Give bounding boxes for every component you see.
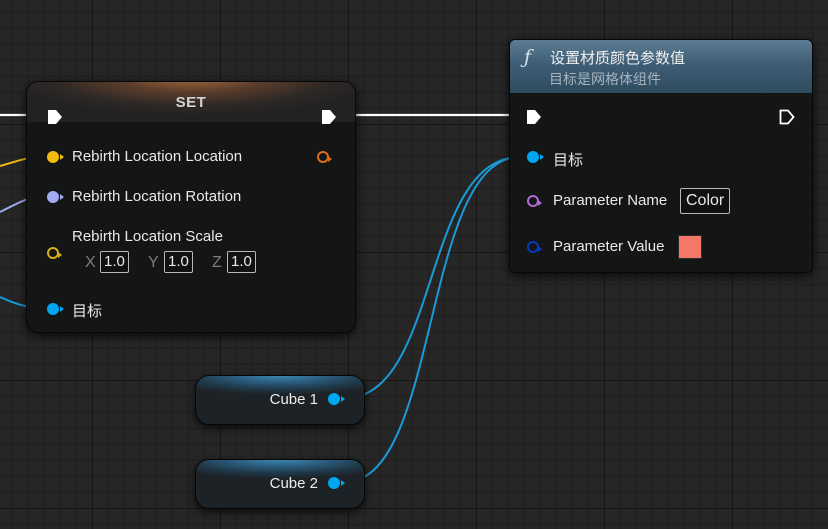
scale-pin-label: Rebirth Location Scale: [72, 228, 223, 245]
function-node-subtitle: 目标是网格体组件: [549, 71, 661, 87]
location-pin-icon[interactable]: [47, 151, 64, 163]
target-pin-icon[interactable]: [527, 151, 544, 163]
parameter-value-pin-icon[interactable]: [527, 241, 542, 253]
location-output-pin-icon[interactable]: [317, 151, 332, 163]
scale-y-label: Y: [148, 254, 159, 271]
target-pin-label: 目标: [553, 152, 584, 169]
cube1-label: Cube 1: [269, 391, 318, 408]
exec-in-pin-icon[interactable]: [46, 108, 64, 126]
parameter-value-color-swatch[interactable]: [678, 235, 702, 259]
scale-y-input[interactable]: 1.0: [164, 251, 193, 273]
parameter-name-input[interactable]: Color: [680, 188, 731, 214]
target-pin-icon[interactable]: [47, 303, 64, 315]
cube1-output-pin-icon[interactable]: [328, 393, 345, 405]
location-pin-label: Rebirth Location Location: [72, 148, 243, 165]
parameter-name-label: Parameter Name: [553, 192, 668, 209]
set-node[interactable]: SET Rebirth Location Location Rebirth Lo…: [26, 81, 356, 333]
rotation-pin-label: Rebirth Location Rotation: [72, 188, 242, 205]
exec-out-pin-icon[interactable]: [778, 108, 796, 126]
target-pin-label: 目标: [72, 303, 103, 320]
parameter-name-pin-icon[interactable]: [527, 195, 542, 207]
function-node-title: 设置材质颜色参数值: [550, 50, 686, 67]
cube2-output-pin-icon[interactable]: [328, 477, 345, 489]
parameter-value-label: Parameter Value: [553, 238, 665, 255]
rotation-pin-icon[interactable]: [47, 191, 64, 203]
scale-x-label: X: [85, 254, 96, 271]
exec-in-pin-icon[interactable]: [525, 108, 543, 126]
scale-z-input[interactable]: 1.0: [227, 251, 256, 273]
cube2-wire: [344, 156, 521, 483]
scale-x-input[interactable]: 1.0: [100, 251, 129, 273]
set-material-color-node[interactable]: ƒ 设置材质颜色参数值 目标是网格体组件 目标 Parameter Name C…: [509, 39, 813, 273]
cube1-wire: [344, 156, 521, 399]
set-node-title: SET: [175, 94, 207, 111]
exec-out-pin-icon[interactable]: [320, 108, 338, 126]
cube2-label: Cube 2: [269, 475, 318, 492]
scale-pin-icon[interactable]: [47, 247, 62, 259]
cube1-variable-node[interactable]: Cube 1: [195, 375, 365, 425]
scale-z-label: Z: [212, 254, 222, 271]
cube2-variable-node[interactable]: Cube 2: [195, 459, 365, 509]
function-icon: ƒ: [524, 46, 532, 68]
